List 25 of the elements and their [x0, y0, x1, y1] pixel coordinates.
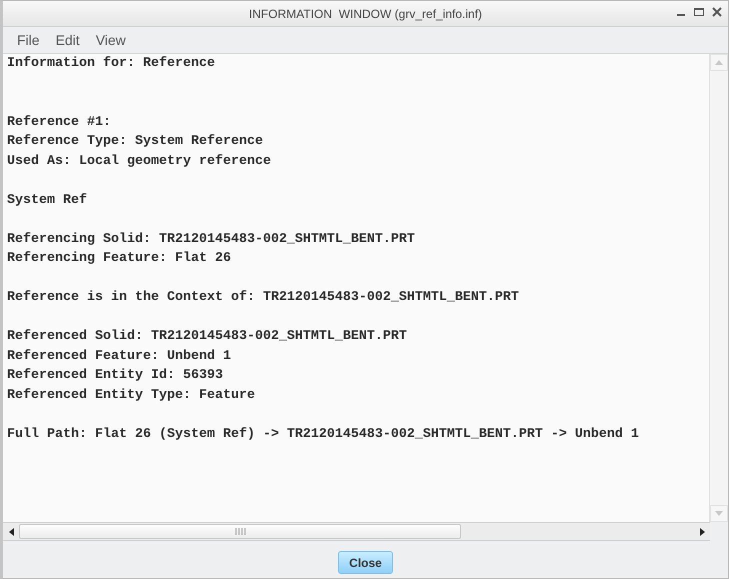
- horizontal-scrollbar[interactable]: [3, 522, 710, 541]
- text-line: Referencing Solid: TR2120145483-002_SHTMTL_BENT.PRT: [7, 230, 416, 248]
- text-line: Referencing Feature: Flat 26: [7, 250, 232, 268]
- scroll-thumb[interactable]: [19, 524, 461, 539]
- text-line: Reference Type: System Reference: [7, 133, 264, 151]
- right-arrow-icon[interactable]: [700, 528, 704, 536]
- close-button[interactable]: Close: [338, 551, 393, 574]
- text-line: Information for: Reference: [7, 55, 216, 73]
- close-icon[interactable]: [712, 7, 722, 17]
- text-line: Referenced Entity Type: Feature: [7, 386, 256, 404]
- text-line: Referenced Solid: TR2120145483-002_SHTMTL_BENT.PRT: [7, 328, 408, 346]
- left-arrow-icon[interactable]: [8, 528, 14, 536]
- window-title: INFORMATION WINDOW (grv_ref_info.inf): [248, 6, 482, 20]
- text-line: Full Path: Flat 26 (System Ref) -> TR2120145483-002_SHTMTL_BENT.PRT -> Unbend 1: [7, 426, 640, 444]
- maximize-icon[interactable]: [694, 7, 704, 17]
- menu-item[interactable]: File: [9, 32, 48, 48]
- menu-item[interactable]: View: [88, 32, 134, 48]
- text-line: Reference #1:: [7, 114, 112, 132]
- text-line: Referenced Entity Id: 56393: [7, 367, 224, 385]
- text-line: Referenced Feature: Unbend 1: [7, 348, 232, 366]
- text-line: Used As: Local geometry reference: [7, 152, 272, 170]
- grip-icon: [234, 528, 246, 535]
- text-line: Reference is in the Context of: TR2120145483-002_SHTMTL_BENT.PRT: [7, 289, 520, 307]
- menu-item[interactable]: Edit: [48, 32, 88, 48]
- text-line: System Ref: [7, 192, 88, 210]
